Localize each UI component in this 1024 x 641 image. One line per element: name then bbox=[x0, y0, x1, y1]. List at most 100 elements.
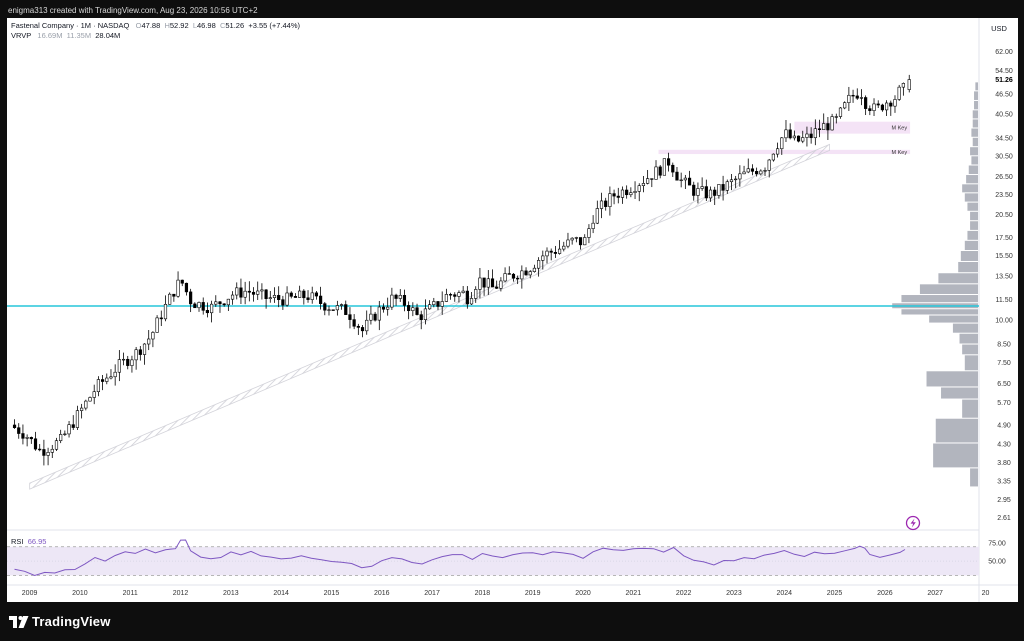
candle-body bbox=[885, 102, 889, 111]
candle-body bbox=[29, 437, 33, 440]
candle-body bbox=[478, 277, 482, 290]
candle-body bbox=[381, 306, 386, 310]
candle-body bbox=[570, 237, 574, 241]
candle-body bbox=[306, 297, 310, 300]
vrvp-label: VRVP bbox=[11, 31, 32, 40]
candle-body bbox=[792, 135, 796, 139]
candle-body bbox=[348, 314, 352, 320]
candle-body bbox=[335, 305, 339, 311]
candle-body bbox=[671, 164, 675, 173]
price-tick-label: 11.50 bbox=[996, 297, 1013, 304]
candle-body bbox=[281, 299, 285, 306]
candle-body bbox=[268, 297, 272, 299]
candle-body bbox=[830, 116, 834, 131]
candle-body bbox=[755, 171, 759, 175]
candle-body bbox=[729, 179, 734, 183]
candle-body bbox=[319, 295, 323, 304]
candle-body bbox=[780, 137, 784, 150]
candle-body bbox=[524, 270, 528, 276]
chart-svg[interactable]: M Key M Key 62.00 54.50 51.26 46.50 40.50 34.5… bbox=[7, 18, 1018, 602]
candle-body bbox=[230, 294, 235, 300]
chart-panel[interactable]: M Key M Key 62.00 54.50 51.26 46.50 40.50 34.5… bbox=[7, 18, 1018, 602]
vrvp-header[interactable]: VRVP 16.69M 11.35M 28.04M bbox=[11, 31, 120, 41]
candle-body bbox=[189, 291, 193, 305]
candle-body bbox=[541, 255, 545, 261]
price-tick-label: 2.61 bbox=[997, 515, 1011, 522]
volume-profile-bar bbox=[964, 240, 978, 251]
candle-body bbox=[256, 290, 260, 295]
candle-body bbox=[21, 433, 25, 439]
time-axis[interactable]: 2009 2010 2011 2012 2013 2014 2015 2016 2017 2018… bbox=[22, 590, 990, 597]
candle-body bbox=[453, 294, 457, 297]
candle-body bbox=[105, 377, 109, 382]
candle-body bbox=[578, 237, 583, 246]
m-key-zone bbox=[658, 149, 911, 155]
candle-body bbox=[67, 424, 71, 435]
volume-profile-bar bbox=[935, 418, 978, 443]
volume-profile-bar bbox=[962, 399, 978, 418]
candle-body bbox=[197, 302, 201, 309]
candle-body bbox=[620, 189, 625, 198]
vrvp-value-2: 11.35M bbox=[66, 31, 92, 40]
candle-body bbox=[222, 303, 226, 306]
lightning-icon[interactable] bbox=[905, 515, 921, 531]
candle-body bbox=[851, 94, 855, 97]
candles-layer bbox=[12, 74, 911, 466]
candle-body bbox=[574, 237, 578, 239]
volume-profile-bar bbox=[970, 468, 978, 487]
candle-body bbox=[784, 129, 788, 139]
tradingview-logo-icon bbox=[9, 616, 29, 628]
time-tick-label: 2011 bbox=[123, 590, 138, 597]
volume-profile-bar bbox=[964, 355, 978, 371]
candle-body bbox=[377, 306, 381, 321]
volume-profile-bar bbox=[933, 443, 978, 468]
candle-body bbox=[822, 123, 826, 130]
candle-body bbox=[868, 108, 872, 111]
candle-body bbox=[130, 359, 134, 366]
candle-body bbox=[587, 228, 591, 238]
time-tick-label: 2024 bbox=[776, 590, 792, 597]
rsi-header[interactable]: RSI 66.95 bbox=[11, 537, 46, 547]
candle-body bbox=[356, 325, 360, 328]
m-key-zone-label: M Key bbox=[891, 126, 907, 132]
low-value: 46.98 bbox=[196, 21, 216, 30]
candle-body bbox=[63, 433, 67, 436]
volume-profile-bar bbox=[970, 147, 978, 156]
candle-body bbox=[893, 99, 897, 107]
candle-body bbox=[147, 338, 151, 345]
candle-body bbox=[339, 304, 344, 306]
candle-body bbox=[683, 177, 687, 181]
candle-body bbox=[407, 305, 411, 311]
candle-body bbox=[293, 296, 298, 298]
candle-body bbox=[226, 298, 230, 306]
brand-name: TradingView bbox=[32, 614, 111, 629]
candle-body bbox=[625, 189, 629, 196]
candle-body bbox=[411, 307, 415, 311]
candle-body bbox=[360, 327, 365, 332]
candle-body bbox=[59, 434, 63, 442]
volume-profile-bar bbox=[975, 82, 978, 91]
candle-body bbox=[495, 286, 499, 289]
volume-profile bbox=[892, 82, 978, 487]
zones-layer: M Key M Key bbox=[658, 121, 911, 156]
candle-body bbox=[121, 358, 126, 361]
volume-profile-bar bbox=[958, 261, 978, 273]
candle-body bbox=[50, 448, 54, 453]
time-tick-label: 2018 bbox=[475, 590, 491, 597]
time-tick-label: 2020 bbox=[575, 590, 591, 597]
candle-body bbox=[423, 308, 428, 320]
time-tick-label: 2014 bbox=[273, 590, 289, 597]
candle-body bbox=[511, 273, 516, 279]
price-axis[interactable]: 62.00 54.50 51.26 46.50 40.50 34.50 30.50 26.50… bbox=[988, 24, 1013, 566]
candle-body bbox=[650, 178, 654, 180]
price-tick-label: 4.90 bbox=[997, 422, 1011, 429]
candle-body bbox=[12, 424, 17, 428]
candle-body bbox=[847, 94, 851, 104]
candle-body bbox=[725, 181, 729, 191]
candle-body bbox=[474, 289, 478, 299]
candle-body bbox=[486, 278, 490, 288]
candle-body bbox=[201, 302, 205, 311]
candle-body bbox=[71, 424, 75, 428]
candle-body bbox=[92, 391, 96, 398]
volume-profile-bar bbox=[952, 323, 978, 333]
